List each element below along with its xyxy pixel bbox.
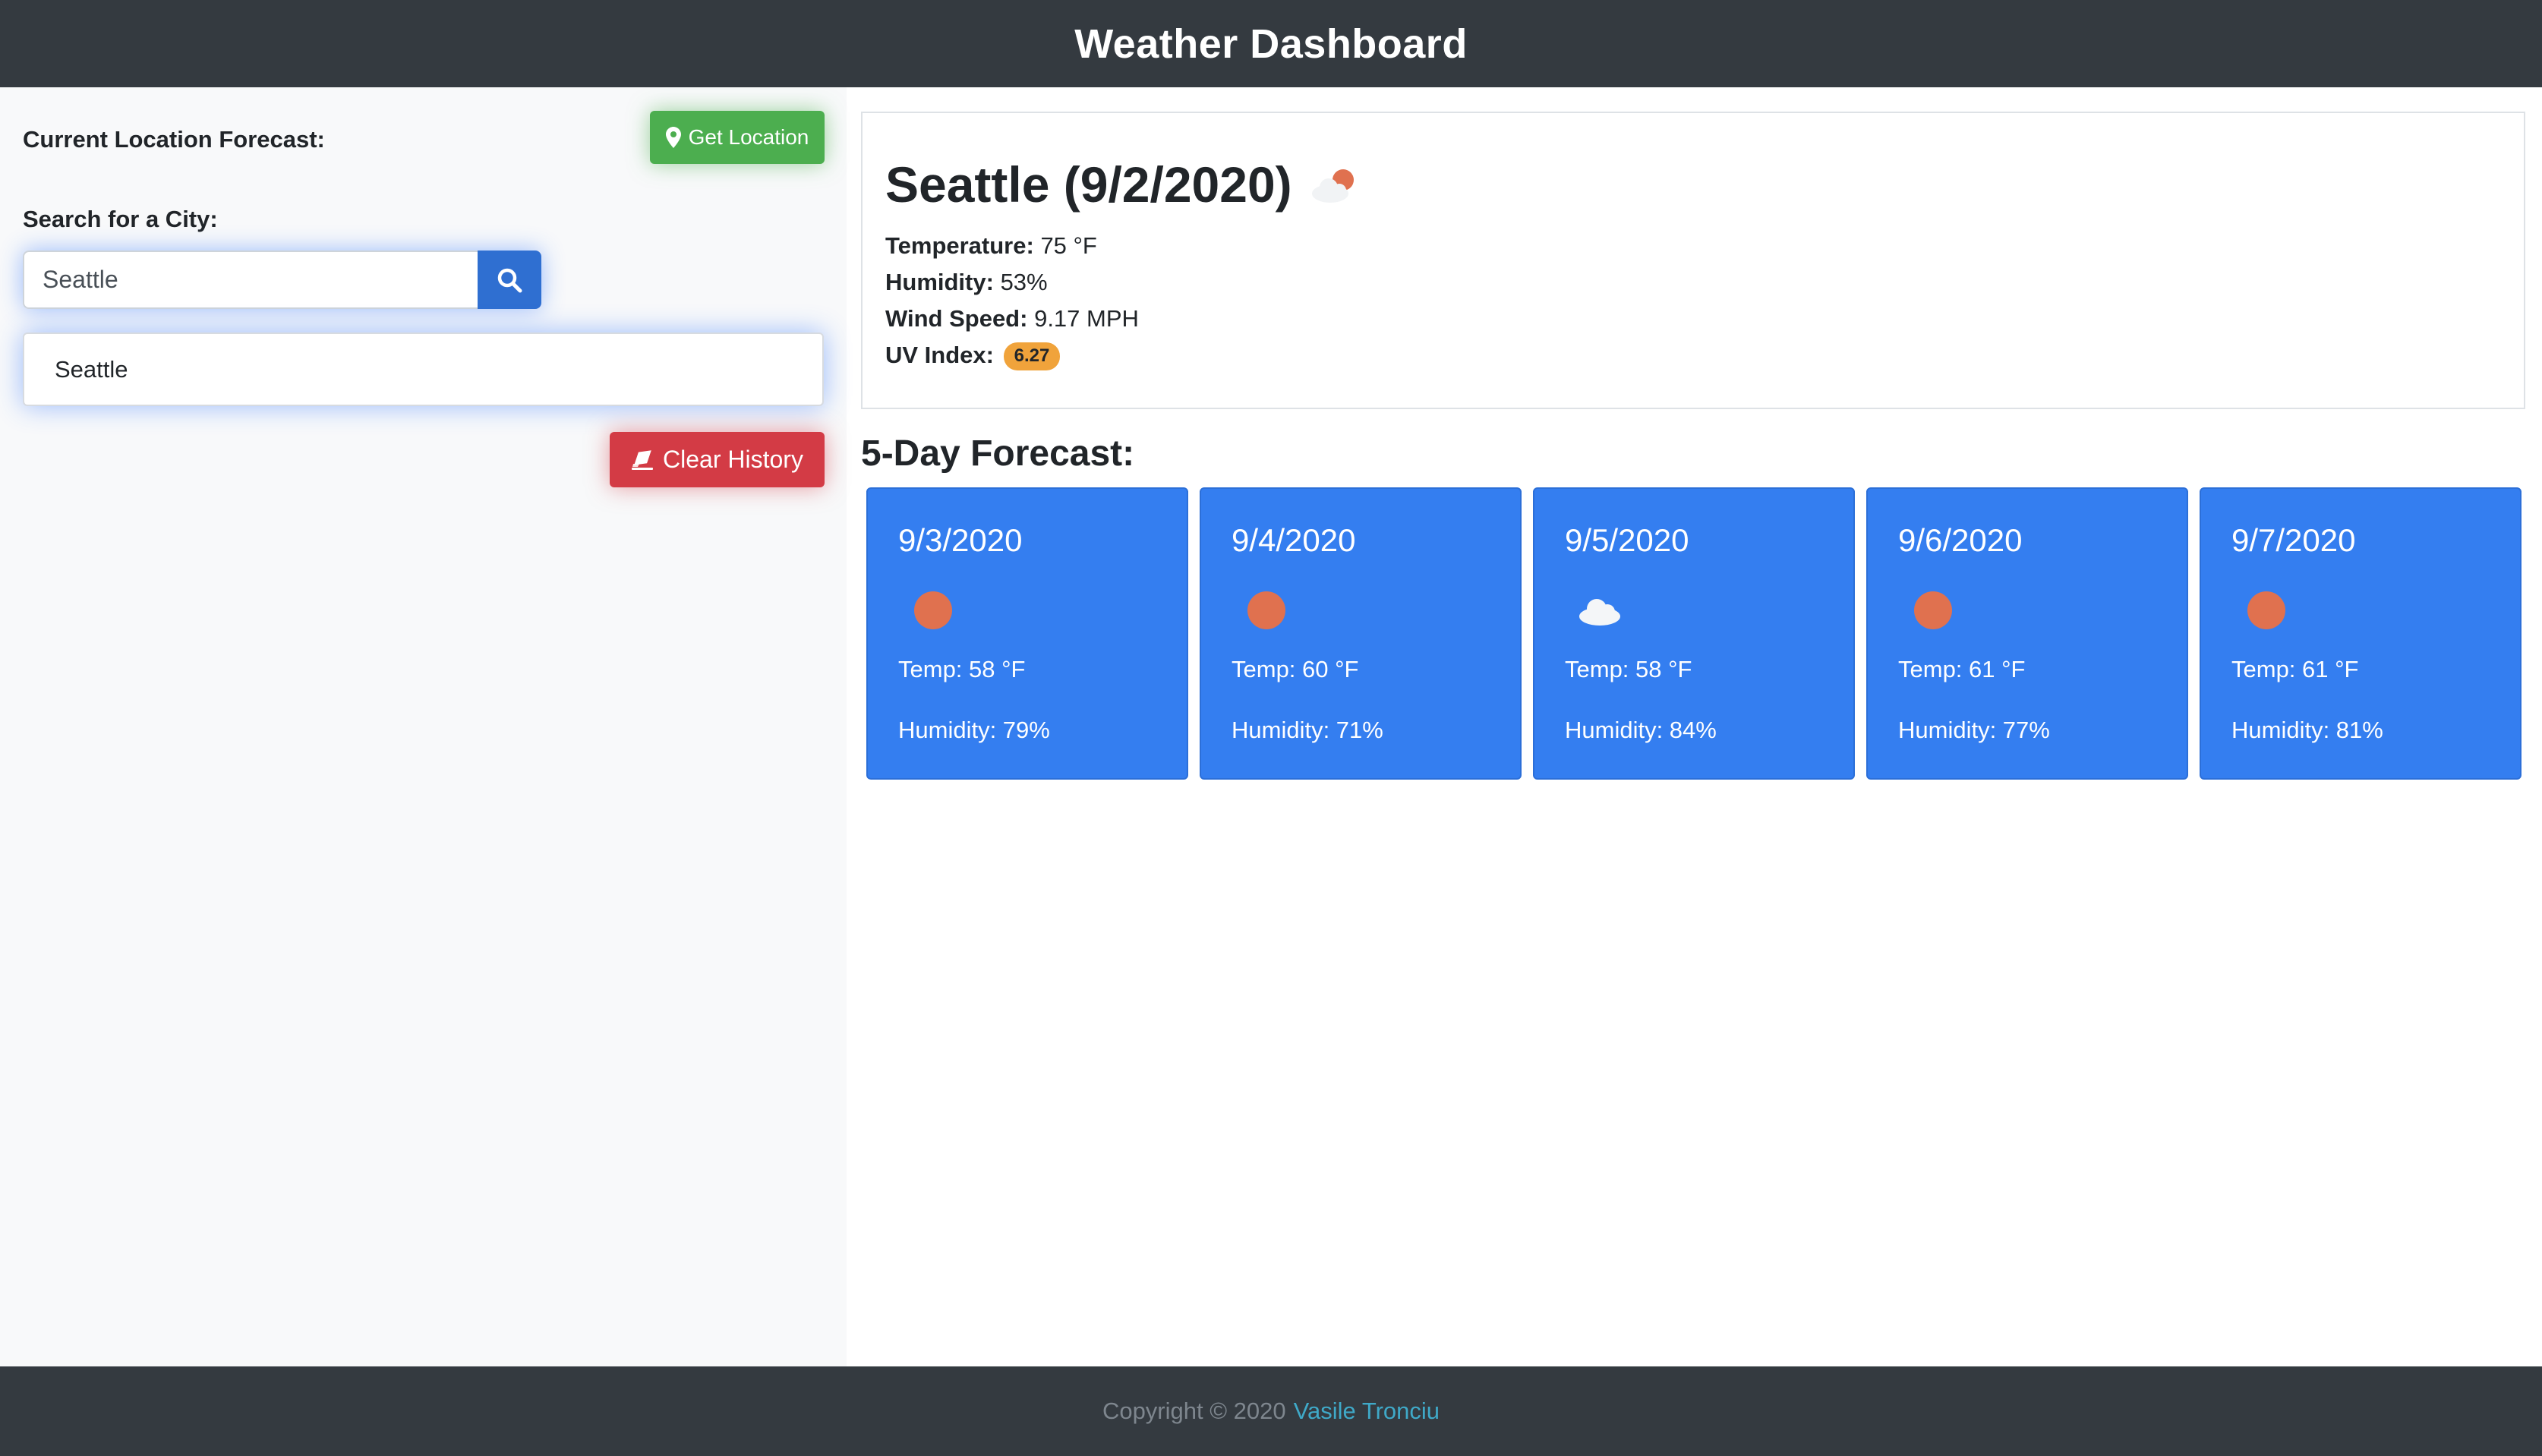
- current-weather-title: Seattle (9/2/2020): [885, 156, 1362, 213]
- forecast-date: 9/5/2020: [1565, 522, 1689, 558]
- forecast-humidity: Humidity: 79%: [898, 717, 1050, 743]
- search-label: Search for a City:: [23, 206, 218, 232]
- city-date-title: Seattle (9/2/2020): [885, 156, 1292, 213]
- forecast-row: 9/3/2020 Temp: 58 °F Humidity: 79% 9/4/2…: [866, 487, 2522, 780]
- humidity-value: 53%: [1000, 269, 1048, 295]
- sidebar: Current Location Forecast: Get Location …: [0, 87, 847, 1366]
- copyright-text: Copyright © 2020: [1102, 1398, 1286, 1424]
- sun-icon: [1914, 591, 1952, 629]
- history-item-seattle[interactable]: Seattle: [24, 334, 822, 405]
- forecast-date: 9/3/2020: [898, 522, 1023, 558]
- map-marker-icon: [665, 127, 681, 148]
- sun-icon: [2247, 591, 2285, 629]
- forecast-temp: Temp: 61 °F: [2231, 656, 2359, 682]
- uv-index-row: UV Index: 6.27: [885, 341, 1061, 371]
- current-location-label: Current Location Forecast:: [23, 126, 325, 153]
- page: Weather Dashboard Current Location Forec…: [0, 0, 2542, 1456]
- search-group: [23, 251, 541, 309]
- get-location-label: Get Location: [688, 125, 809, 149]
- cloud-icon: [1579, 599, 1620, 626]
- search-icon: [497, 268, 522, 292]
- forecast-temp: Temp: 60 °F: [1232, 656, 1359, 682]
- get-location-button[interactable]: Get Location: [650, 111, 825, 164]
- forecast-temp: Temp: 58 °F: [1565, 656, 1692, 682]
- forecast-card: 9/6/2020 Temp: 61 °F Humidity: 77%: [1866, 487, 2188, 780]
- sun-icon: [914, 591, 952, 629]
- clear-history-label: Clear History: [663, 446, 803, 473]
- eraser-icon: [632, 449, 654, 470]
- wind-speed-label: Wind Speed:: [885, 305, 1028, 332]
- temperature-value: 75 °F: [1040, 232, 1097, 259]
- humidity-label: Humidity:: [885, 269, 994, 295]
- forecast-card: 9/3/2020 Temp: 58 °F Humidity: 79%: [866, 487, 1188, 780]
- forecast-humidity: Humidity: 84%: [1565, 717, 1717, 743]
- humidity-row: Humidity: 53%: [885, 268, 1048, 296]
- app-title: Weather Dashboard: [1074, 20, 1468, 67]
- forecast-humidity: Humidity: 77%: [1898, 717, 2050, 743]
- sun-icon: [1247, 591, 1285, 629]
- partly-cloudy-icon: [1311, 169, 1354, 203]
- app-header: Weather Dashboard: [0, 0, 2542, 87]
- forecast-card: 9/7/2020 Temp: 61 °F Humidity: 81%: [2200, 487, 2522, 780]
- author-link[interactable]: Vasile Tronciu: [1294, 1398, 1440, 1425]
- forecast-date: 9/6/2020: [1898, 522, 2023, 558]
- current-weather-card: Seattle (9/2/2020) Temperature: 75 °F Hu…: [861, 112, 2525, 409]
- temperature-row: Temperature: 75 °F: [885, 232, 1097, 260]
- search-history-list: Seattle: [23, 332, 824, 406]
- forecast-humidity: Humidity: 81%: [2231, 717, 2383, 743]
- forecast-title: 5-Day Forecast:: [861, 433, 1135, 474]
- temperature-label: Temperature:: [885, 232, 1034, 259]
- forecast-humidity: Humidity: 71%: [1232, 717, 1383, 743]
- forecast-card: 9/5/2020 Temp: 58 °F Humidity: 84%: [1533, 487, 1855, 780]
- forecast-temp: Temp: 61 °F: [1898, 656, 2026, 682]
- uv-index-badge: 6.27: [1003, 342, 1061, 371]
- forecast-card: 9/4/2020 Temp: 60 °F Humidity: 71%: [1200, 487, 1522, 780]
- search-button[interactable]: [478, 251, 541, 309]
- forecast-date: 9/4/2020: [1232, 522, 1356, 558]
- wind-speed-value: 9.17 MPH: [1034, 305, 1139, 332]
- wind-speed-row: Wind Speed: 9.17 MPH: [885, 304, 1139, 332]
- forecast-temp: Temp: 58 °F: [898, 656, 1026, 682]
- forecast-date: 9/7/2020: [2231, 522, 2356, 558]
- footer: Copyright © 2020 Vasile Tronciu: [0, 1366, 2542, 1456]
- clear-history-button[interactable]: Clear History: [610, 432, 825, 487]
- uv-index-label: UV Index:: [885, 342, 994, 368]
- city-search-input[interactable]: [23, 251, 478, 309]
